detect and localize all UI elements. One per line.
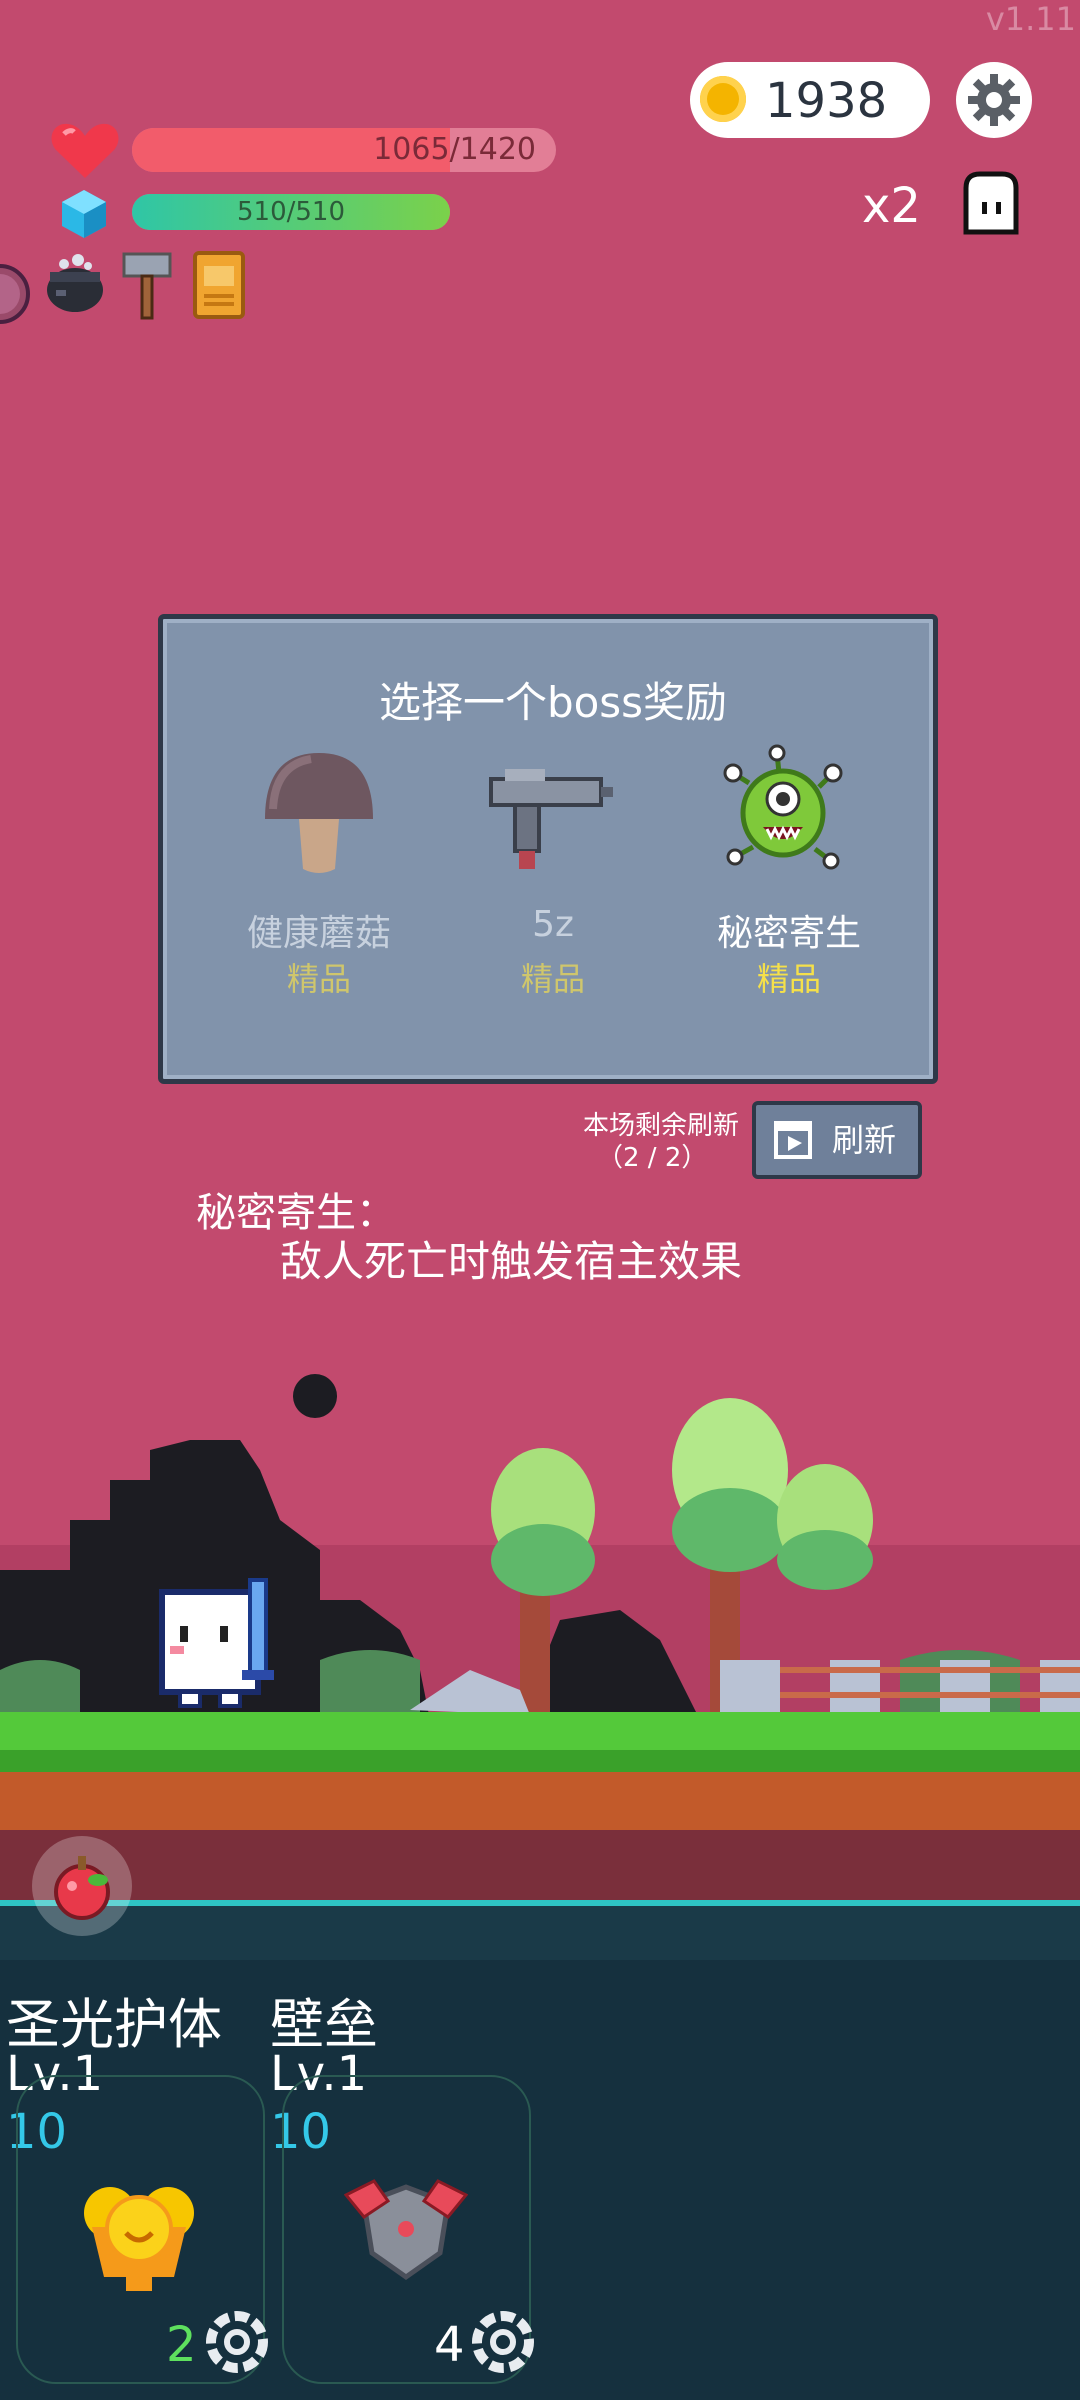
- skill-count: 4: [434, 2317, 465, 2373]
- apple-potion-icon: [54, 1856, 110, 1920]
- settings-button[interactable]: [956, 62, 1032, 138]
- refresh-label-line2: （2 / 2）: [597, 1143, 708, 1173]
- hp-text: 1065/1420: [373, 132, 536, 167]
- mushroom-icon: [265, 753, 373, 873]
- refresh-label-line1: 本场剩余刷新: [583, 1111, 740, 1141]
- ghost-icon[interactable]: [958, 170, 1024, 238]
- cauldron-icon[interactable]: [42, 252, 108, 318]
- mp-bar: 510/510: [132, 194, 450, 230]
- dialog-title: 选择一个boss奖励: [378, 678, 728, 727]
- coin-value: 1938: [765, 73, 888, 129]
- hp-bar: 1065/1420: [132, 128, 556, 172]
- parasite-icon: [723, 744, 843, 870]
- reward-name: 秘密寄生: [716, 913, 861, 954]
- holy-light-icon: [84, 2187, 194, 2291]
- mana-gem-icon: [62, 190, 106, 238]
- reward-option-parasite[interactable]: 秘密寄生 精品: [671, 744, 907, 1009]
- grass-shade: [0, 1750, 1080, 1772]
- reward-description-text: 敌人死亡时触发宿主效果: [280, 1237, 743, 1286]
- version-label: v1.11: [985, 0, 1076, 38]
- boss-reward-dialog: 选择一个boss奖励 健康蘑菇 精品 5z 精品 秘密寄生 精品: [158, 614, 938, 1084]
- speed-multiplier[interactable]: x2: [862, 178, 921, 234]
- dirt-layer: [0, 1772, 1080, 1830]
- reward-option-gun[interactable]: 5z 精品: [435, 749, 671, 1009]
- skill-card-bulwark[interactable]: 4: [282, 2075, 534, 2384]
- reward-quality: 精品: [520, 960, 585, 998]
- skill-card-holy-light[interactable]: 2: [16, 2075, 268, 2384]
- reward-option-mushroom[interactable]: 健康蘑菇 精品: [201, 749, 437, 1009]
- reward-quality: 精品: [286, 960, 351, 998]
- gear-icon: [968, 74, 1020, 126]
- coin-icon: [700, 76, 746, 122]
- water-line: [0, 1900, 1080, 1906]
- reward-name: 健康蘑菇: [246, 913, 391, 954]
- uzi-gun-icon: [489, 769, 613, 869]
- potion-button[interactable]: [32, 1836, 132, 1936]
- reward-quality: 精品: [756, 960, 821, 998]
- mp-text: 510/510: [236, 197, 345, 227]
- upgrade-gear-icon[interactable]: [204, 2309, 270, 2375]
- skill-count: 2: [166, 2317, 197, 2373]
- hammer-icon[interactable]: [120, 250, 176, 320]
- reward-name: 5z: [532, 904, 574, 945]
- refresh-button[interactable]: 刷新: [752, 1101, 922, 1179]
- heart-icon: [51, 123, 119, 178]
- refresh-button-label: 刷新: [832, 1121, 897, 1159]
- spellbook-icon[interactable]: [192, 250, 246, 320]
- upgrade-gear-icon[interactable]: [470, 2309, 536, 2375]
- video-ad-icon: [774, 1121, 812, 1159]
- clock-badge-icon[interactable]: [0, 258, 34, 330]
- refresh-remaining-label: 本场剩余刷新 （2 / 2）: [583, 1110, 739, 1174]
- player-character: [159, 1578, 274, 1708]
- deep-dirt-layer: [0, 1830, 1080, 1900]
- bulwark-icon: [344, 2179, 468, 2281]
